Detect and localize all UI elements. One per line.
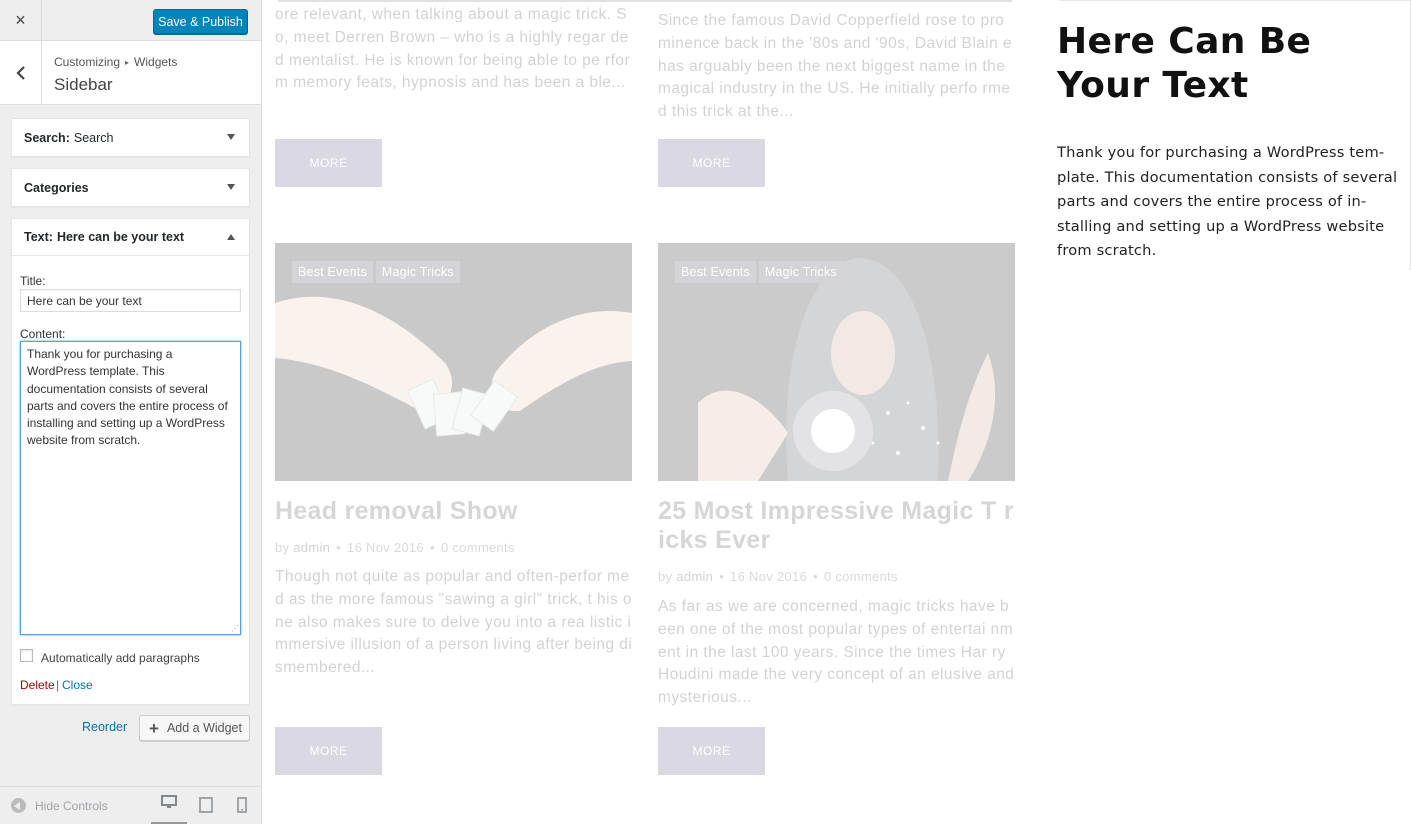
- meta-by: by: [275, 540, 290, 555]
- post-excerpt: Since the famous David Copperfield rose …: [658, 12, 1013, 121]
- expand-arrow-icon[interactable]: [227, 134, 235, 140]
- widget-text-type: Text:: [24, 230, 53, 244]
- meta-author-link[interactable]: admin: [676, 569, 713, 584]
- post-thumbnail[interactable]: Best Events Magic Tricks: [275, 243, 632, 481]
- widget-border-top: [1060, 0, 1411, 1]
- customizer-panel: × Save & Publish Customizing ▸ Widgets Sid…: [0, 0, 262, 824]
- more-button[interactable]: MORE: [658, 727, 765, 775]
- customizer-header: × Save & Publish: [0, 0, 261, 41]
- close-icon: ×: [15, 10, 26, 30]
- widget-text-name: Here can be your text: [56, 230, 185, 244]
- tablet-preview-button[interactable]: [199, 797, 219, 819]
- mobile-preview-button[interactable]: [237, 797, 257, 819]
- post-excerpt: As far as we are concerned, magic tricks…: [658, 598, 1015, 707]
- desktop-preview-button[interactable]: [151, 795, 187, 824]
- desktop-icon: [161, 795, 177, 808]
- back-button[interactable]: [0, 41, 42, 104]
- post-meta: by admin • 16 Nov 2016 • 0 comments: [275, 540, 515, 555]
- widget-search-header[interactable]: Search: Search: [12, 119, 249, 156]
- post-excerpt: ore relevant, when talking about a magic…: [275, 6, 631, 92]
- post-tags: Best Events Magic Tricks: [292, 261, 460, 283]
- auto-paragraphs-label[interactable]: Automatically add paragraphs: [41, 651, 200, 665]
- section-header: Customizing ▸ Widgets Sidebar: [0, 41, 261, 105]
- widget-search-type: Search:: [24, 130, 70, 145]
- collapse-arrow-icon[interactable]: [227, 234, 235, 240]
- post-meta: by admin • 16 Nov 2016 • 0 comments: [658, 569, 898, 584]
- breadcrumb: Customizing ▸ Widgets: [54, 55, 177, 69]
- top-divider: [278, 0, 1012, 2]
- auto-paragraphs-checkbox[interactable]: [20, 649, 33, 662]
- sidebar-widget-heading: Here Can Be Your Text: [1057, 21, 1312, 106]
- more-button[interactable]: MORE: [658, 139, 765, 187]
- breadcrumb-separator-icon: ▸: [125, 58, 130, 67]
- more-button[interactable]: MORE: [275, 727, 382, 775]
- site-preview: ore relevant, when talking about a magic…: [262, 0, 1411, 824]
- widget-text: Text: Here can be your text Title: Conte…: [11, 218, 250, 705]
- meta-date: 16 Nov 2016: [347, 540, 425, 555]
- mobile-icon: [237, 797, 247, 813]
- meta-date: 16 Nov 2016: [730, 569, 808, 584]
- post-thumbnail[interactable]: Best Events Magic Tricks: [658, 243, 1015, 481]
- tag-link[interactable]: Magic Tricks: [758, 261, 843, 283]
- widget-search[interactable]: Search: Search: [11, 118, 250, 157]
- plus-icon: +: [149, 718, 159, 738]
- resize-handle-icon[interactable]: ⋰: [231, 625, 239, 633]
- link-separator: |: [56, 678, 60, 692]
- sidebar-widget-text: Thank you for purchasing a WordPress tem…: [1057, 144, 1398, 259]
- expand-arrow-icon[interactable]: [227, 184, 235, 190]
- title-label: Title:: [20, 274, 46, 288]
- add-widget-label: Add a Widget: [166, 721, 242, 735]
- post-title[interactable]: 25 Most Impressive Magic T ricks Ever: [658, 497, 1018, 555]
- post-title[interactable]: Head removal Show: [275, 497, 635, 526]
- content-textarea[interactable]: Thank you for purchasing a WordPress tem…: [20, 341, 241, 635]
- widget-categories[interactable]: Categories: [11, 168, 250, 207]
- widget-text-header[interactable]: Text: Here can be your text: [12, 219, 249, 256]
- section-title: Sidebar: [54, 75, 113, 94]
- widget-categories-type: Categories: [24, 180, 89, 195]
- more-button[interactable]: MORE: [275, 139, 382, 187]
- breadcrumb-root: Customizing: [54, 55, 121, 69]
- breadcrumb-current: Widgets: [134, 55, 178, 69]
- close-customizer-button[interactable]: ×: [0, 0, 42, 41]
- chevron-left-icon: [15, 65, 25, 80]
- meta-author-link[interactable]: admin: [293, 540, 330, 555]
- title-input[interactable]: [20, 289, 241, 312]
- meta-comments-link[interactable]: 0 comments: [824, 569, 898, 584]
- widget-search-name: Search: [73, 130, 114, 145]
- tag-link[interactable]: Best Events: [292, 261, 373, 283]
- hide-controls-button[interactable]: Hide Controls: [35, 799, 108, 813]
- tag-link[interactable]: Magic Tricks: [375, 261, 460, 283]
- delete-link[interactable]: Delete: [20, 678, 55, 692]
- tag-link[interactable]: Best Events: [675, 261, 756, 283]
- post-tags: Best Events Magic Tricks: [675, 261, 843, 283]
- add-widget-button[interactable]: + Add a Widget: [139, 715, 250, 741]
- widget-categories-header[interactable]: Categories: [12, 169, 249, 206]
- save-publish-button[interactable]: Save & Publish: [153, 9, 248, 34]
- post-excerpt: Though not quite as popular and often-pe…: [275, 568, 633, 677]
- reorder-link[interactable]: Reorder: [82, 720, 127, 734]
- content-label: Content:: [20, 327, 66, 341]
- close-link[interactable]: Close: [62, 678, 93, 692]
- meta-comments-link[interactable]: 0 comments: [441, 540, 515, 555]
- tablet-icon: [199, 797, 213, 813]
- customizer-footer: Hide Controls: [0, 786, 261, 824]
- meta-by: by: [658, 569, 673, 584]
- hide-controls-icon[interactable]: [11, 798, 26, 813]
